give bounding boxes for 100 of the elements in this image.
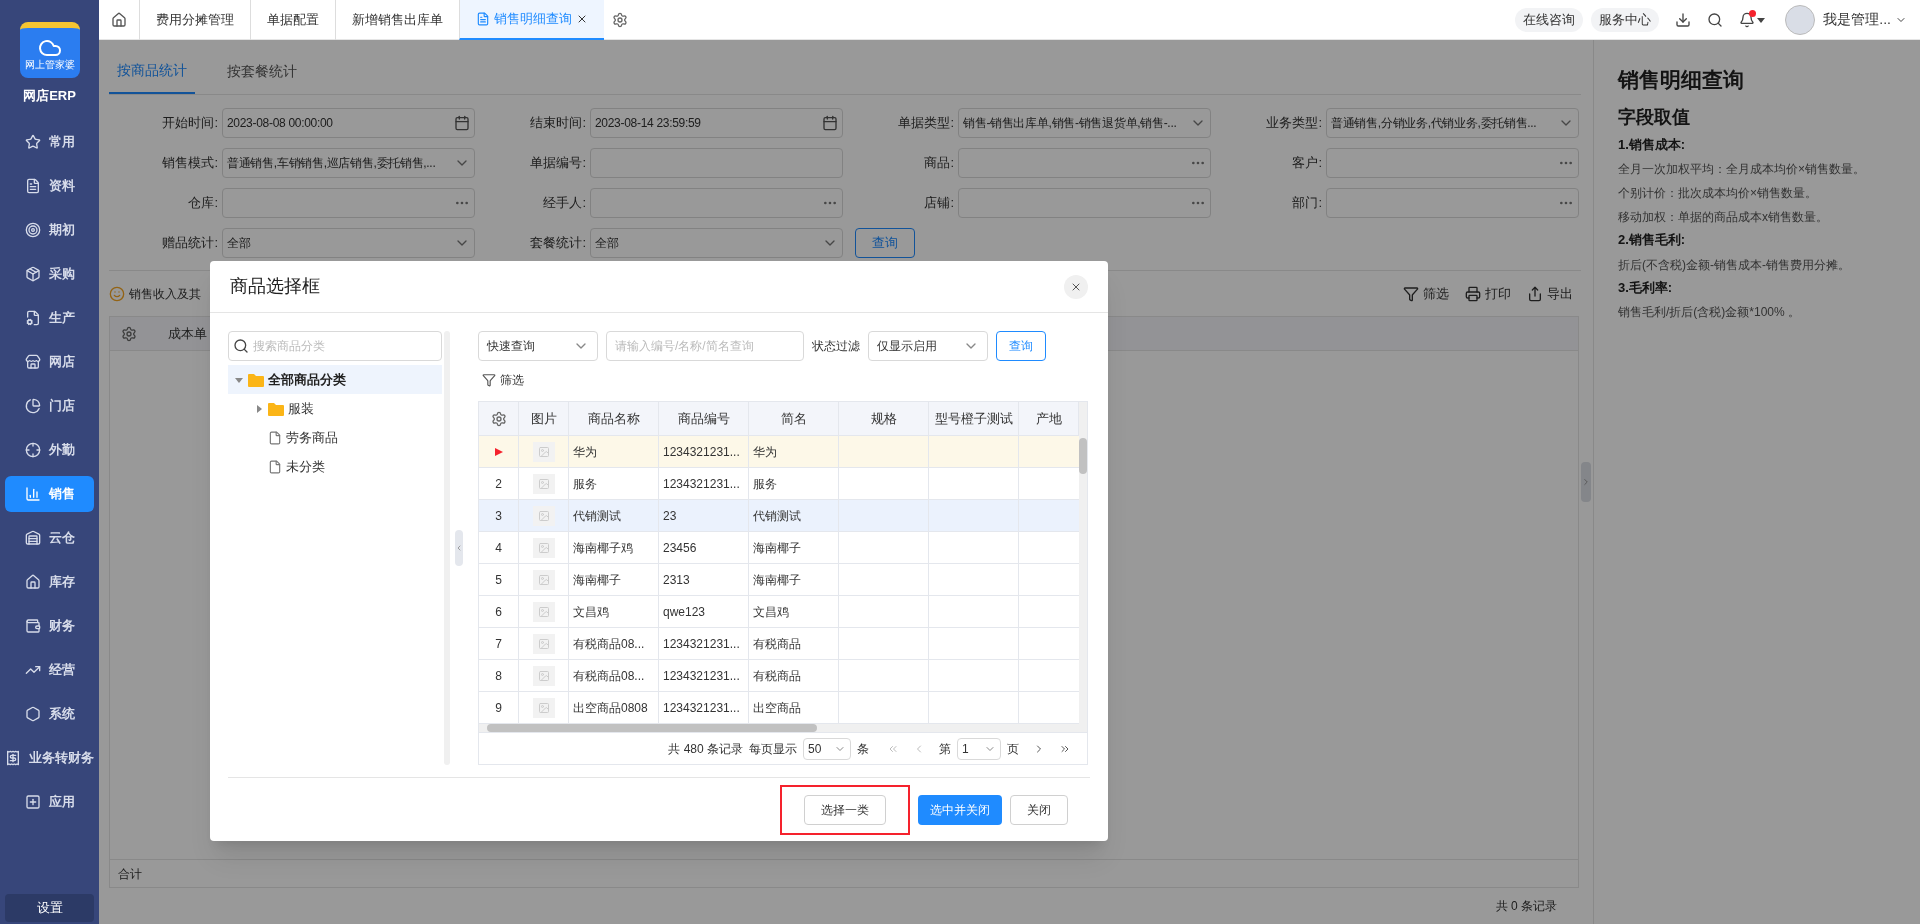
settings-icon[interactable] bbox=[121, 325, 137, 342]
toolbar-button[interactable]: 导出 bbox=[1527, 283, 1573, 304]
table-cell-text: 海南椰子 bbox=[753, 539, 801, 557]
sidebar-item[interactable]: 系统 bbox=[5, 695, 94, 732]
picker-field[interactable] bbox=[1326, 188, 1579, 218]
sidebar-item[interactable]: 网店 bbox=[5, 343, 94, 380]
bell-icon[interactable] bbox=[1739, 11, 1756, 28]
table-row[interactable]: 8 有税商品08... 1234321231... 有税商品 bbox=[479, 660, 1079, 692]
image-placeholder bbox=[532, 473, 555, 494]
nav-icon bbox=[24, 265, 41, 282]
table-cell-text: 华为 bbox=[753, 443, 777, 461]
select-field[interactable]: 普通销售,分销业务,代销业务,委托销售... bbox=[1326, 108, 1579, 138]
settings-icon[interactable] bbox=[490, 410, 507, 427]
table-row[interactable]: 6 文昌鸡 qwe123 文昌鸡 bbox=[479, 596, 1079, 628]
sidebar-item[interactable]: 生产 bbox=[5, 299, 94, 336]
table-row[interactable]: 4 海南椰子鸡 23456 海南椰子 bbox=[479, 532, 1079, 564]
picker-field[interactable] bbox=[958, 148, 1211, 178]
dialog-button[interactable]: 选中并关闭 bbox=[918, 794, 1002, 825]
user-name[interactable]: 我是管理... bbox=[1823, 9, 1891, 30]
page-size-label: 每页显示 bbox=[749, 740, 797, 758]
table-row[interactable]: 9 出空商品0808 1234321231... 出空商品 bbox=[479, 692, 1079, 724]
settings-button[interactable]: 设置 bbox=[5, 894, 94, 922]
select-field[interactable]: 全部 bbox=[222, 228, 475, 258]
horizontal-scrollbar-thumb[interactable] bbox=[487, 724, 817, 732]
sidebar-item[interactable]: 经营 bbox=[5, 651, 94, 688]
record-count: 共 0 条记录 bbox=[1495, 898, 1557, 915]
dialog-button[interactable]: 关闭 bbox=[1010, 794, 1068, 825]
sidebar-item[interactable]: 财务 bbox=[5, 607, 94, 644]
filter-label: 销售模式: bbox=[161, 154, 219, 173]
sidebar-item[interactable]: 常用 bbox=[5, 123, 94, 160]
nav-icon bbox=[24, 705, 41, 722]
header-button[interactable]: 服务中心 bbox=[1591, 7, 1660, 32]
sidebar-item[interactable]: 资料 bbox=[5, 167, 94, 204]
sidebar-item[interactable]: 采购 bbox=[5, 255, 94, 292]
select-field[interactable]: 普通销售,车销销售,巡店销售,委托销售,... bbox=[222, 148, 475, 178]
collapse-handle[interactable] bbox=[1581, 462, 1591, 502]
tree-item[interactable]: 劳务商品 bbox=[228, 423, 442, 452]
vertical-scrollbar-thumb[interactable] bbox=[1079, 438, 1087, 474]
search-field[interactable]: 请输入编号/名称/简名查询 bbox=[606, 331, 804, 361]
header-button[interactable]: 在线咨询 bbox=[1515, 7, 1584, 32]
select-field[interactable]: 全部 bbox=[590, 228, 843, 258]
filter-label: 经手人: bbox=[542, 194, 587, 213]
download-icon[interactable] bbox=[1675, 11, 1692, 28]
query-mode-select[interactable]: 快速查询 bbox=[478, 331, 598, 361]
table-row[interactable]: 华为 1234321231... 华为 bbox=[479, 436, 1079, 468]
sidebar-item[interactable]: 业务转财务 bbox=[5, 739, 94, 776]
table-row[interactable]: 2 服务 1234321231... 服务 bbox=[479, 468, 1079, 500]
home-icon[interactable] bbox=[111, 11, 127, 28]
table-cell-text: 服务 bbox=[753, 475, 777, 493]
tree-item[interactable]: 未分类 bbox=[228, 452, 442, 481]
table-cell-text: qwe123 bbox=[663, 603, 706, 621]
close-button[interactable] bbox=[1064, 274, 1088, 299]
filter-button[interactable]: 筛选 bbox=[478, 371, 524, 389]
date-field[interactable]: 2023-08-14 23:59:59 bbox=[590, 108, 843, 138]
sidebar-item[interactable]: 期初 bbox=[5, 211, 94, 248]
page-tab[interactable]: 费用分摊管理 bbox=[139, 0, 250, 40]
table-row[interactable]: 5 海南椰子 2313 海南椰子 bbox=[479, 564, 1079, 596]
document-icon bbox=[476, 11, 490, 26]
sidebar-item[interactable]: 销售 bbox=[5, 475, 94, 512]
avatar[interactable] bbox=[1785, 4, 1816, 35]
toolbar-button[interactable]: 打印 bbox=[1465, 283, 1511, 304]
picker-field[interactable] bbox=[222, 188, 475, 218]
page-prefix: 第 bbox=[939, 740, 951, 758]
dialog-button[interactable]: 选择一类 bbox=[804, 794, 886, 825]
select-field[interactable]: 销售-销售出库单,销售-销售退货单,销售-... bbox=[958, 108, 1211, 138]
status-select[interactable]: 仅显示启用 bbox=[868, 331, 988, 361]
search-icon[interactable] bbox=[1707, 11, 1724, 28]
picker-field[interactable] bbox=[590, 188, 843, 218]
query-button[interactable]: 查询 bbox=[996, 331, 1046, 361]
collapsed-caret-icon[interactable] bbox=[254, 403, 264, 414]
picker-field[interactable] bbox=[1326, 148, 1579, 178]
folder-icon bbox=[248, 372, 264, 387]
sidebar-item[interactable]: 外勤 bbox=[5, 431, 94, 468]
image-placeholder bbox=[532, 633, 555, 654]
picker-field[interactable] bbox=[958, 188, 1211, 218]
date-field[interactable]: 2023-08-08 00:00:00 bbox=[222, 108, 475, 138]
page-number-select[interactable]: 1 bbox=[957, 737, 1001, 760]
view-tab[interactable]: 按套餐统计 bbox=[219, 48, 305, 94]
help-text: 移动加权：单据的商品成本x销售数量。 bbox=[1618, 209, 1829, 226]
page-size-select[interactable]: 50 bbox=[803, 737, 851, 760]
column-header: 图片 bbox=[519, 402, 569, 435]
caret-icon[interactable] bbox=[1757, 15, 1766, 24]
tree-item[interactable]: 服装 bbox=[228, 394, 442, 423]
sidebar-item[interactable]: 门店 bbox=[5, 387, 94, 424]
toolbar-button[interactable]: 筛选 bbox=[1403, 283, 1449, 304]
settings-icon[interactable] bbox=[612, 11, 628, 28]
table-cell-text: 文昌鸡 bbox=[573, 603, 609, 621]
tree-item[interactable]: 全部商品分类 bbox=[228, 365, 442, 394]
table-cell-text: 1234321231... bbox=[663, 635, 740, 653]
row-number: 4 bbox=[495, 539, 502, 557]
table-cell-text: 代销测试 bbox=[753, 507, 801, 525]
table-cell-text: 有税商品 bbox=[753, 667, 801, 685]
sidebar-item[interactable]: 库存 bbox=[5, 563, 94, 600]
sidebar-item[interactable]: 云仓 bbox=[5, 519, 94, 556]
sidebar-item[interactable]: 应用 bbox=[5, 783, 94, 820]
image-placeholder bbox=[532, 505, 555, 526]
table-row[interactable]: 3 代销测试 23 代销测试 bbox=[479, 500, 1079, 532]
table-row[interactable]: 7 有税商品08... 1234321231... 有税商品 bbox=[479, 628, 1079, 660]
collapse-handle[interactable] bbox=[455, 530, 463, 566]
page-tab[interactable]: 单据配置 bbox=[250, 0, 335, 40]
